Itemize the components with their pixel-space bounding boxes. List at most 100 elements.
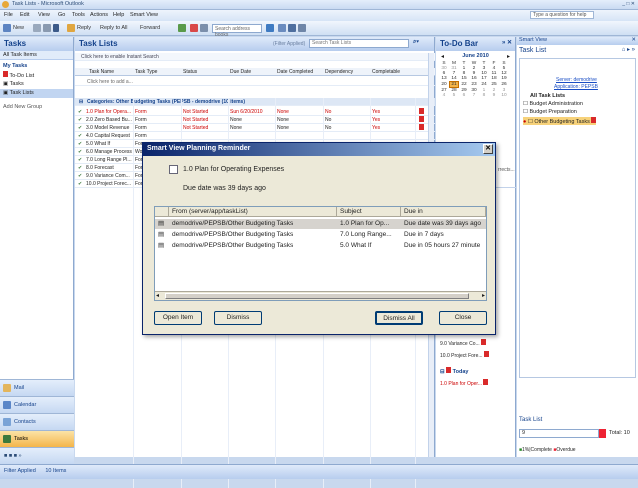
window-title: Task Lists - Microsoft Outlook <box>12 1 84 7</box>
window-controls-icon[interactable]: _ □ ✕ <box>622 1 635 7</box>
smartview-icon[interactable] <box>278 24 286 32</box>
flag-icon[interactable] <box>419 108 424 114</box>
todo-flag-icon <box>3 71 8 77</box>
add-new-task-row[interactable]: Click here to add a... <box>75 78 435 86</box>
reminder-row[interactable]: ▤ demodrive/PEPSB/Other Budgeting Tasks 1.… <box>155 219 486 229</box>
menu-actions[interactable]: Actions <box>90 12 108 18</box>
scroll-left-icon[interactable]: ◂ <box>156 292 159 299</box>
menu-view[interactable]: View <box>38 12 50 18</box>
todo-task-item[interactable]: 10.0 Project Fore... <box>440 351 489 359</box>
reply-button[interactable]: Reply <box>77 25 91 31</box>
category-group-row[interactable]: ⊟ Categories: Other Budgeting Tasks (PEPS… <box>75 98 435 106</box>
smart-view-header: Smart View ✕ <box>517 37 638 45</box>
calendar-month[interactable]: June 2010 <box>439 53 512 61</box>
mail-button[interactable]: Mail <box>0 379 74 396</box>
tasks-button[interactable]: Tasks <box>0 430 74 447</box>
table-row[interactable]: ✔ 1.0 Plan for Opera... Form Not Started Sun… <box>75 108 435 116</box>
task-list-search-input[interactable]: Search Task Lists <box>309 39 409 48</box>
open-item-button[interactable]: Open Item <box>154 311 202 325</box>
tree-item-budget-admin[interactable]: ☐ Budget Administration <box>523 101 583 107</box>
nav-header: Tasks <box>0 37 73 51</box>
col-task-type[interactable]: Task Type <box>135 68 157 76</box>
col-due-in[interactable]: Due in <box>401 207 486 217</box>
task-list-title: Task Lists <box>79 39 118 48</box>
col-task-name[interactable]: Task Name <box>89 68 114 76</box>
help-question-input[interactable]: Type a question for help <box>530 11 594 19</box>
all-task-items-selector[interactable]: All Task Items <box>0 51 73 60</box>
close-button[interactable]: Close <box>439 311 487 325</box>
close-icon[interactable]: ✕ <box>631 37 636 43</box>
address-book-icon[interactable] <box>200 24 208 32</box>
application-link[interactable]: Application: PEPSB <box>554 84 598 90</box>
help-icon[interactable] <box>266 24 274 32</box>
smart-view-options-icon[interactable]: ⌂ ▸ » <box>622 46 635 53</box>
table-row[interactable]: ✔ 4.0 Capital Request Form <box>75 132 435 140</box>
nav-item-todo-list[interactable]: To-Do List <box>0 71 73 80</box>
scroll-thumb[interactable] <box>165 293 469 299</box>
instant-search-bar[interactable]: Click here to enable Instant Search <box>75 53 435 61</box>
tree-item-other-budgeting[interactable]: ● ☐ Other Budgeting Tasks <box>523 117 597 125</box>
follow-up-flag-icon[interactable] <box>190 24 198 32</box>
new-button[interactable]: New <box>13 25 24 31</box>
col-subject[interactable]: Subject <box>337 207 401 217</box>
menu-smart-view[interactable]: Smart View <box>130 12 158 18</box>
table-row[interactable]: ✔ 2.0 Zero Based Bu... Form Not Started None… <box>75 116 435 124</box>
dismiss-button[interactable]: Dismiss <box>214 311 262 325</box>
menu-tools[interactable]: Tools <box>72 12 85 18</box>
menu-go[interactable]: Go <box>58 12 65 18</box>
add-new-group-link[interactable]: Add New Group <box>0 103 73 112</box>
col-date-completed[interactable]: Date Completed <box>277 68 313 76</box>
tree-item-budget-prep[interactable]: ☐ Budget Preparation <box>523 109 577 115</box>
refresh-icon[interactable] <box>288 24 296 32</box>
options-icon[interactable] <box>298 24 306 32</box>
next-month-icon[interactable]: ▸ <box>507 53 510 60</box>
flag-icon[interactable] <box>419 116 424 122</box>
task-lists-icon: ▣ <box>3 90 9 96</box>
task-count-field[interactable]: 9 <box>519 429 599 438</box>
tree-root[interactable]: All Task Lists <box>530 93 565 99</box>
todo-bar-close-icon[interactable]: » ✕ <box>502 39 512 46</box>
menu-file[interactable]: File <box>4 12 13 18</box>
col-completable[interactable]: Completable <box>372 68 400 76</box>
scroll-right-icon[interactable]: ▸ <box>482 292 485 299</box>
nav-shortcuts-bar[interactable]: ■ ■ ■ » <box>0 447 74 464</box>
reply-icon <box>67 24 75 32</box>
move-icon[interactable] <box>43 24 51 32</box>
col-due-date[interactable]: Due Date <box>230 68 251 76</box>
forward-button[interactable]: Forward <box>140 25 160 31</box>
today-group-header[interactable]: ⊟ Today <box>440 367 468 375</box>
server-link[interactable]: Server: demodrive <box>556 77 597 83</box>
todo-task-item[interactable]: 9.0 Variance Co... <box>440 339 487 347</box>
nav-item-tasks[interactable]: ▣ Tasks <box>0 80 73 89</box>
reminder-due-text: Due date was 39 days ago <box>183 185 266 192</box>
address-book-search[interactable]: Search address books <box>212 24 262 38</box>
print-icon[interactable] <box>33 24 41 32</box>
col-status[interactable]: Status <box>183 68 197 76</box>
search-icon[interactable]: ⌕▾ <box>413 39 419 46</box>
calendar-button[interactable]: Calendar <box>0 396 74 413</box>
task-form-icon: ✔ <box>78 173 83 179</box>
col-dependency[interactable]: Dependency <box>325 68 353 76</box>
todo-task-item[interactable]: 1.0 Plan for Oper... <box>440 379 489 387</box>
table-row[interactable]: ✔ 3.0 Model Revenue Form Not Started None Non… <box>75 124 435 132</box>
menu-help[interactable]: Help <box>113 12 124 18</box>
reminder-row[interactable]: ▤ demodrive/PEPSB/Other Budgeting Tasks 5.… <box>155 241 486 251</box>
categorize-icon[interactable] <box>178 24 186 32</box>
my-tasks-header[interactable]: My Tasks <box>0 62 73 71</box>
contacts-button[interactable]: Contacts <box>0 413 74 430</box>
col-from[interactable]: From (server/app/taskList) <box>169 207 337 217</box>
today-cell[interactable]: 21 <box>449 81 459 88</box>
prev-month-icon[interactable]: ◂ <box>441 53 444 60</box>
delete-icon[interactable] <box>53 24 59 32</box>
task-form-icon: ✔ <box>78 181 83 187</box>
menu-edit[interactable]: Edit <box>20 12 29 18</box>
dialog-close-icon[interactable]: ✕ <box>483 144 493 154</box>
collapse-icon[interactable]: ⊟ <box>79 98 83 106</box>
flag-icon[interactable] <box>419 124 424 130</box>
nav-item-task-lists[interactable]: ▣ Task Lists <box>0 89 73 98</box>
horizontal-scrollbar[interactable]: ◂ ▸ <box>155 291 486 300</box>
status-item-count: 10 Items <box>45 468 67 474</box>
reply-all-button[interactable]: Reply to All <box>100 25 128 31</box>
reminder-row[interactable]: ▤ demodrive/PEPSB/Other Budgeting Tasks 7.… <box>155 230 486 240</box>
dismiss-all-button[interactable]: Dismiss All <box>375 311 423 325</box>
